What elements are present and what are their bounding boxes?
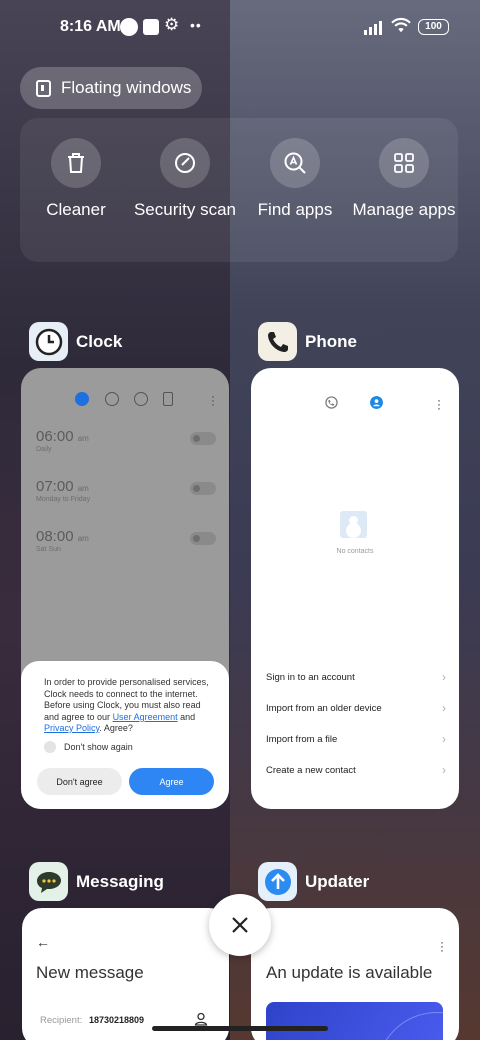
- alarm-repeat: Daily: [36, 446, 52, 453]
- manage-apps-button[interactable]: Manage apps: [349, 138, 459, 220]
- timer-tab-icon[interactable]: [163, 392, 173, 406]
- agree-button[interactable]: Agree: [129, 768, 214, 795]
- clock-app-header[interactable]: Clock: [29, 322, 122, 361]
- recipient-label: Recipient:: [40, 1015, 83, 1026]
- phone-option-label: Import from an older device: [266, 703, 382, 714]
- clear-all-button[interactable]: [209, 894, 271, 956]
- alarm-ampm: am: [77, 434, 89, 443]
- phone-option-item[interactable]: Import from an older device ›: [266, 701, 446, 715]
- chevron-right-icon: ›: [442, 701, 446, 715]
- privacy-dialog: In order to provide personalised service…: [21, 661, 229, 809]
- settings-notification-icon: ⚙: [164, 15, 180, 34]
- phone-app-preview[interactable]: · · · No contacts Sign in to an account › I…: [251, 368, 459, 809]
- privacy-policy-link[interactable]: Privacy Policy: [44, 723, 99, 733]
- dont-show-again-checkbox[interactable]: [44, 740, 56, 753]
- cleaner-button[interactable]: Cleaner: [21, 138, 131, 220]
- alarm-time: 07:00: [36, 478, 74, 495]
- alarm-toggle[interactable]: [190, 432, 216, 445]
- floating-windows-button[interactable]: Floating windows: [20, 67, 202, 109]
- alarm-item[interactable]: 07:00 am Monday to Friday: [36, 478, 216, 503]
- contact-picker-icon[interactable]: [194, 1012, 208, 1026]
- dialog-message: In order to provide personalised service…: [44, 677, 209, 733]
- phone-option-label: Sign in to an account: [266, 672, 355, 683]
- find-apps-button[interactable]: Find apps: [240, 138, 350, 220]
- clock-tab-bar: [71, 392, 221, 408]
- alarm-tab-icon[interactable]: [75, 392, 89, 406]
- update-banner-image: [266, 1002, 443, 1040]
- security-scan-button[interactable]: Security scan: [130, 138, 240, 220]
- shield-check-icon: [175, 153, 195, 173]
- recipient-input[interactable]: 18730218809: [89, 1015, 144, 1025]
- chevron-right-icon: ›: [442, 670, 446, 684]
- dont-show-again-label: Don't show again: [64, 741, 133, 752]
- floating-window-icon: [36, 79, 51, 97]
- stopwatch-tab-icon[interactable]: [134, 392, 148, 406]
- more-options-icon[interactable]: · · ·: [437, 394, 441, 414]
- wifi-icon: [391, 17, 411, 33]
- home-indicator[interactable]: [152, 1026, 328, 1031]
- security-scan-label: Security scan: [133, 200, 237, 219]
- messaging-app-header[interactable]: Messaging: [29, 862, 164, 901]
- alarm-item[interactable]: 06:00 am Daily: [36, 428, 216, 453]
- notification-icon: [120, 18, 138, 36]
- dont-agree-button[interactable]: Don't agree: [37, 768, 122, 795]
- signal-icon: [364, 20, 386, 35]
- phone-option-label: Import from a file: [266, 734, 338, 745]
- updater-app-header[interactable]: Updater: [258, 862, 369, 901]
- more-notifications-icon: ••: [190, 17, 202, 33]
- no-contacts-text: No contacts: [336, 548, 374, 555]
- alarm-item[interactable]: 08:00 am Sat Sun: [36, 528, 216, 553]
- phone-option-item[interactable]: Sign in to an account ›: [266, 670, 446, 684]
- chevron-right-icon: ›: [442, 763, 446, 777]
- cleaner-label: Cleaner: [46, 200, 106, 219]
- search-apps-icon: [284, 152, 306, 174]
- back-arrow-icon[interactable]: ←: [36, 934, 50, 950]
- messaging-app-preview[interactable]: ← New message Recipient: 18730218809: [22, 908, 229, 1040]
- update-available-title: An update is available: [266, 963, 433, 982]
- dont-show-again-option[interactable]: Don't show again: [44, 740, 213, 753]
- user-agreement-link[interactable]: User Agreement: [113, 712, 178, 722]
- updater-app-preview[interactable]: · · · An update is available: [251, 908, 459, 1040]
- more-options-icon[interactable]: · · ·: [211, 390, 215, 410]
- more-options-icon[interactable]: · · ·: [440, 936, 444, 956]
- contacts-tab-icon[interactable]: [370, 396, 383, 409]
- chevron-right-icon: ›: [442, 732, 446, 746]
- new-message-title: New message: [36, 963, 144, 982]
- recents-tab-icon[interactable]: [325, 396, 338, 409]
- messaging-app-icon: [29, 862, 68, 901]
- manage-apps-label: Manage apps: [352, 200, 456, 219]
- phone-app-header[interactable]: Phone: [258, 322, 357, 361]
- phone-app-icon: [258, 322, 297, 361]
- phone-option-label: Create a new contact: [266, 765, 356, 776]
- clock-app-name: Clock: [76, 331, 123, 351]
- alarm-toggle[interactable]: [190, 482, 216, 495]
- status-bar: 8:16 AM ⚙ •• 100: [0, 0, 480, 56]
- battery-indicator: 100: [418, 19, 449, 35]
- notification-square-icon: [143, 19, 159, 35]
- find-apps-label: Find apps: [257, 200, 333, 219]
- status-time: 8:16 AM: [60, 18, 121, 35]
- quick-actions-panel: Cleaner Security scan Find apps Manage a…: [20, 118, 458, 262]
- phone-option-item[interactable]: Import from a file ›: [266, 732, 446, 746]
- trash-icon: [68, 153, 84, 173]
- close-icon: [232, 917, 248, 933]
- alarm-time: 06:00: [36, 428, 74, 445]
- phone-app-name: Phone: [305, 331, 357, 351]
- empty-contacts-icon: [340, 511, 367, 538]
- messaging-app-name: Messaging: [76, 871, 164, 891]
- floating-windows-label: Floating windows: [61, 78, 192, 97]
- alarm-time: 08:00: [36, 528, 74, 545]
- alarm-repeat: Sat Sun: [36, 546, 61, 553]
- alarm-repeat: Monday to Friday: [36, 496, 91, 503]
- clock-app-preview[interactable]: · · · 06:00 am Daily 07:00 am Monday to Fr…: [21, 368, 229, 809]
- phone-option-item[interactable]: Create a new contact ›: [266, 763, 446, 777]
- clock-app-icon: [29, 322, 68, 361]
- grid-icon: [394, 153, 414, 173]
- updater-app-icon: [258, 862, 297, 901]
- alarm-ampm: am: [77, 534, 89, 543]
- clock-tab-icon[interactable]: [105, 392, 119, 406]
- updater-app-name: Updater: [305, 871, 370, 891]
- alarm-toggle[interactable]: [190, 532, 216, 545]
- alarm-ampm: am: [77, 484, 89, 493]
